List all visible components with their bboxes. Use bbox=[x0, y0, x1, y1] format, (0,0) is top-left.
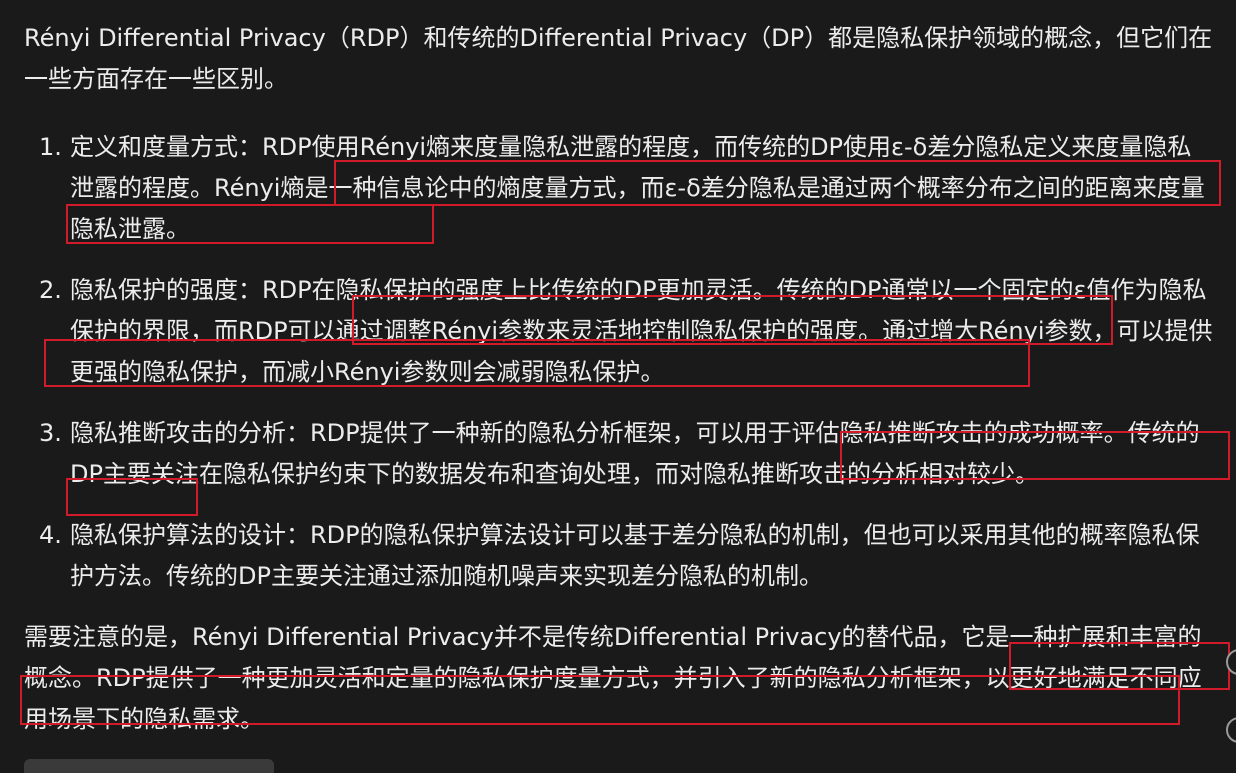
list-number: 4. bbox=[39, 521, 62, 549]
side-circle-button[interactable] bbox=[1226, 649, 1236, 675]
differences-list: 1. 定义和度量方式：RDP使用Rényi熵来度量隐私泄露的程度，而传统的DP使… bbox=[24, 127, 1214, 597]
outro-paragraph: 需要注意的是，Rényi Differential Privacy并不是传统Di… bbox=[24, 623, 1202, 733]
list-number: 3. bbox=[39, 419, 62, 447]
side-circle-button[interactable] bbox=[1226, 717, 1236, 743]
intro-paragraph: Rényi Differential Privacy（RDP）和传统的Diffe… bbox=[24, 24, 1213, 93]
list-item-text: 定义和度量方式：RDP使用Rényi熵来度量隐私泄露的程度，而传统的DP使用ε-… bbox=[70, 133, 1205, 243]
list-item-text: 隐私保护的强度：RDP在隐私保护的强度上比传统的DP更加灵活。传统的DP通常以一… bbox=[70, 276, 1213, 386]
list-number: 1. bbox=[39, 133, 62, 161]
list-item-text: 隐私保护算法的设计：RDP的隐私保护算法设计可以基于差分隐私的机制，但也可以采用… bbox=[70, 521, 1200, 590]
list-item: 3. 隐私推断攻击的分析：RDP提供了一种新的隐私分析框架，可以用于评估隐私推断… bbox=[24, 413, 1214, 495]
chat-response: Rényi Differential Privacy（RDP）和传统的Diffe… bbox=[24, 18, 1214, 740]
list-item: 1. 定义和度量方式：RDP使用Rényi熵来度量隐私泄露的程度，而传统的DP使… bbox=[24, 127, 1214, 250]
list-item: 4. 隐私保护算法的设计：RDP的隐私保护算法设计可以基于差分隐私的机制，但也可… bbox=[24, 515, 1214, 597]
list-number: 2. bbox=[39, 276, 62, 304]
list-item-text: 隐私推断攻击的分析：RDP提供了一种新的隐私分析框架，可以用于评估隐私推断攻击的… bbox=[70, 419, 1200, 488]
list-item: 2. 隐私保护的强度：RDP在隐私保护的强度上比传统的DP更加灵活。传统的DP通… bbox=[24, 270, 1214, 393]
